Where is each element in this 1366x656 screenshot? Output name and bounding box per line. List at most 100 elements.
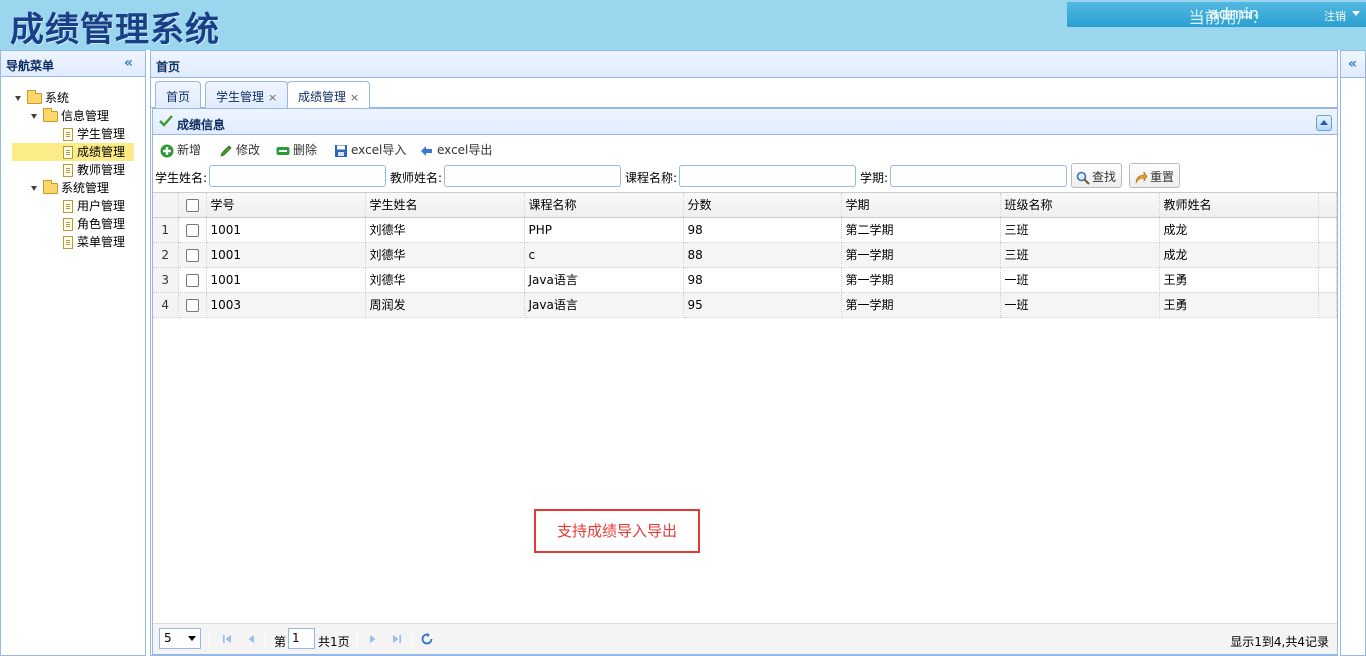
collapse-left-icon[interactable]: « (124, 55, 133, 71)
file-icon (63, 164, 73, 177)
expand-icon[interactable] (31, 114, 37, 119)
term-input[interactable] (890, 165, 1067, 187)
row-number: 1 (153, 217, 179, 243)
excel-import-button[interactable]: excel导入 (334, 141, 406, 159)
file-icon (63, 128, 73, 141)
table-row[interactable]: 1 1001 刘德华 PHP 98 第二学期 三班 成龙 (153, 217, 1337, 243)
toolbar: 新增 修改 删除 excel导入 excel导出 (153, 136, 1337, 160)
cell-class-name: 一班 (1000, 267, 1160, 293)
export-icon (421, 145, 432, 156)
chevron-down-icon[interactable] (188, 636, 196, 641)
tree-node-root[interactable]: 系统 (15, 89, 69, 107)
collapse-up-icon[interactable] (1316, 115, 1332, 131)
expand-icon[interactable] (31, 186, 37, 191)
prev-page-icon[interactable] (245, 633, 257, 645)
student-name-input[interactable] (209, 165, 386, 187)
checkbox[interactable] (185, 298, 199, 312)
column-header-course-name[interactable]: 课程名称 (524, 193, 684, 218)
course-name-input[interactable] (679, 165, 856, 187)
chevron-down-icon[interactable] (1352, 11, 1360, 16)
cell-course-name: Java语言 (524, 292, 684, 318)
file-icon (63, 236, 73, 249)
table-row[interactable]: 4 1003 周润发 Java语言 95 第一学期 一班 王勇 (153, 292, 1337, 318)
search-button[interactable]: 查找 (1071, 163, 1123, 188)
checkbox[interactable] (185, 273, 199, 287)
add-button[interactable]: 新增 (160, 141, 201, 159)
tab-label: 成绩管理 (298, 90, 347, 104)
cell-student-id: 1003 (206, 292, 366, 318)
cell-class-name: 三班 (1000, 242, 1160, 268)
tree-item-user-management[interactable]: 用户管理 (63, 197, 125, 215)
column-header-term[interactable]: 学期 (841, 193, 1001, 218)
cell-term: 第一学期 (841, 267, 1001, 293)
edit-button[interactable]: 修改 (219, 141, 260, 159)
tree-item-role-management[interactable]: 角色管理 (63, 215, 125, 233)
close-icon[interactable]: × (268, 91, 277, 104)
tree-item-label: 菜单管理 (77, 235, 126, 249)
center-title: 首页 (156, 60, 181, 74)
nav-panel: 导航菜单 « 系统 信息管理 学生管理 成绩管理 教师管理 系统管理 用户管理 … (0, 50, 146, 656)
column-header-student-name[interactable]: 学生姓名 (365, 193, 525, 218)
next-page-icon[interactable] (367, 633, 379, 645)
cell-student-name: 周润发 (365, 292, 525, 318)
column-header-teacher-name[interactable]: 教师姓名 (1159, 193, 1319, 218)
cell-student-name: 刘德华 (365, 267, 525, 293)
excel-export-button[interactable]: excel导出 (420, 141, 492, 159)
row-checkbox[interactable] (178, 267, 207, 293)
logout-link[interactable]: 注销 (1324, 8, 1346, 24)
tab-score-management[interactable]: 成绩管理 × (287, 81, 371, 109)
tree-node-system-management[interactable]: 系统管理 (31, 179, 109, 197)
cell-student-id: 1001 (206, 267, 366, 293)
save-icon (335, 144, 347, 157)
row-number-header (153, 193, 179, 218)
tab-home[interactable]: 首页 (155, 81, 202, 108)
search-bar: 学生姓名: 教师姓名: 课程名称: 学期: 查找 重置 (153, 162, 1337, 190)
first-page-icon[interactable] (221, 633, 233, 645)
tree-item-menu-management[interactable]: 菜单管理 (63, 233, 125, 251)
row-checkbox[interactable] (178, 292, 207, 318)
nav-title: 导航菜单 (6, 59, 55, 73)
checkbox[interactable] (185, 248, 199, 262)
cell-course-name: Java语言 (524, 267, 684, 293)
row-checkbox[interactable] (178, 217, 207, 243)
page-size-select[interactable]: 5 (159, 628, 201, 649)
scrollbar-spacer (1318, 193, 1337, 218)
tree-item-teacher-management[interactable]: 教师管理 (63, 161, 125, 179)
select-all-checkbox[interactable] (178, 193, 207, 218)
row-checkbox[interactable] (178, 242, 207, 268)
tree-item-student-management[interactable]: 学生管理 (63, 125, 125, 143)
reset-button[interactable]: 重置 (1129, 163, 1181, 188)
expand-right-icon[interactable]: « (1348, 56, 1357, 72)
teacher-name-input[interactable] (444, 165, 621, 187)
cell-course-name: c (524, 242, 684, 268)
score-grid: 学号 学生姓名 课程名称 分数 学期 班级名称 教师姓名 1 1001 刘德华 … (153, 192, 1337, 622)
cell-term: 第一学期 (841, 242, 1001, 268)
cell-score: 98 (683, 267, 842, 293)
cell-student-name: 刘德华 (365, 217, 525, 243)
refresh-icon[interactable] (421, 633, 433, 645)
tree-node-info-management[interactable]: 信息管理 (31, 107, 109, 125)
column-header-score[interactable]: 分数 (683, 193, 842, 218)
expand-icon[interactable] (15, 96, 21, 101)
tree-node-label: 信息管理 (61, 109, 110, 123)
checkbox[interactable] (185, 223, 199, 237)
last-page-icon[interactable] (391, 633, 403, 645)
tab-student-management[interactable]: 学生管理 × (205, 81, 289, 108)
delete-button[interactable]: 删除 (276, 141, 317, 159)
table-row[interactable]: 3 1001 刘德华 Java语言 98 第一学期 一班 王勇 (153, 267, 1337, 293)
table-row[interactable]: 2 1001 刘德华 c 88 第一学期 三班 成龙 (153, 242, 1337, 268)
folder-icon (43, 108, 58, 122)
reset-icon (1135, 170, 1148, 183)
checkbox[interactable] (185, 198, 199, 212)
page-number-input[interactable]: 1 (288, 628, 315, 649)
cell-score: 88 (683, 242, 842, 268)
tree-item-score-management[interactable]: 成绩管理 (12, 143, 134, 161)
column-header-class-name[interactable]: 班级名称 (1000, 193, 1160, 218)
tree-item-label: 学生管理 (77, 127, 126, 141)
column-header-student-id[interactable]: 学号 (206, 193, 366, 218)
delete-icon (276, 146, 290, 155)
close-icon[interactable]: × (350, 91, 359, 104)
term-label: 学期: (860, 171, 889, 185)
add-label: 新增 (177, 143, 202, 157)
nav-header: 导航菜单 « (1, 51, 145, 77)
